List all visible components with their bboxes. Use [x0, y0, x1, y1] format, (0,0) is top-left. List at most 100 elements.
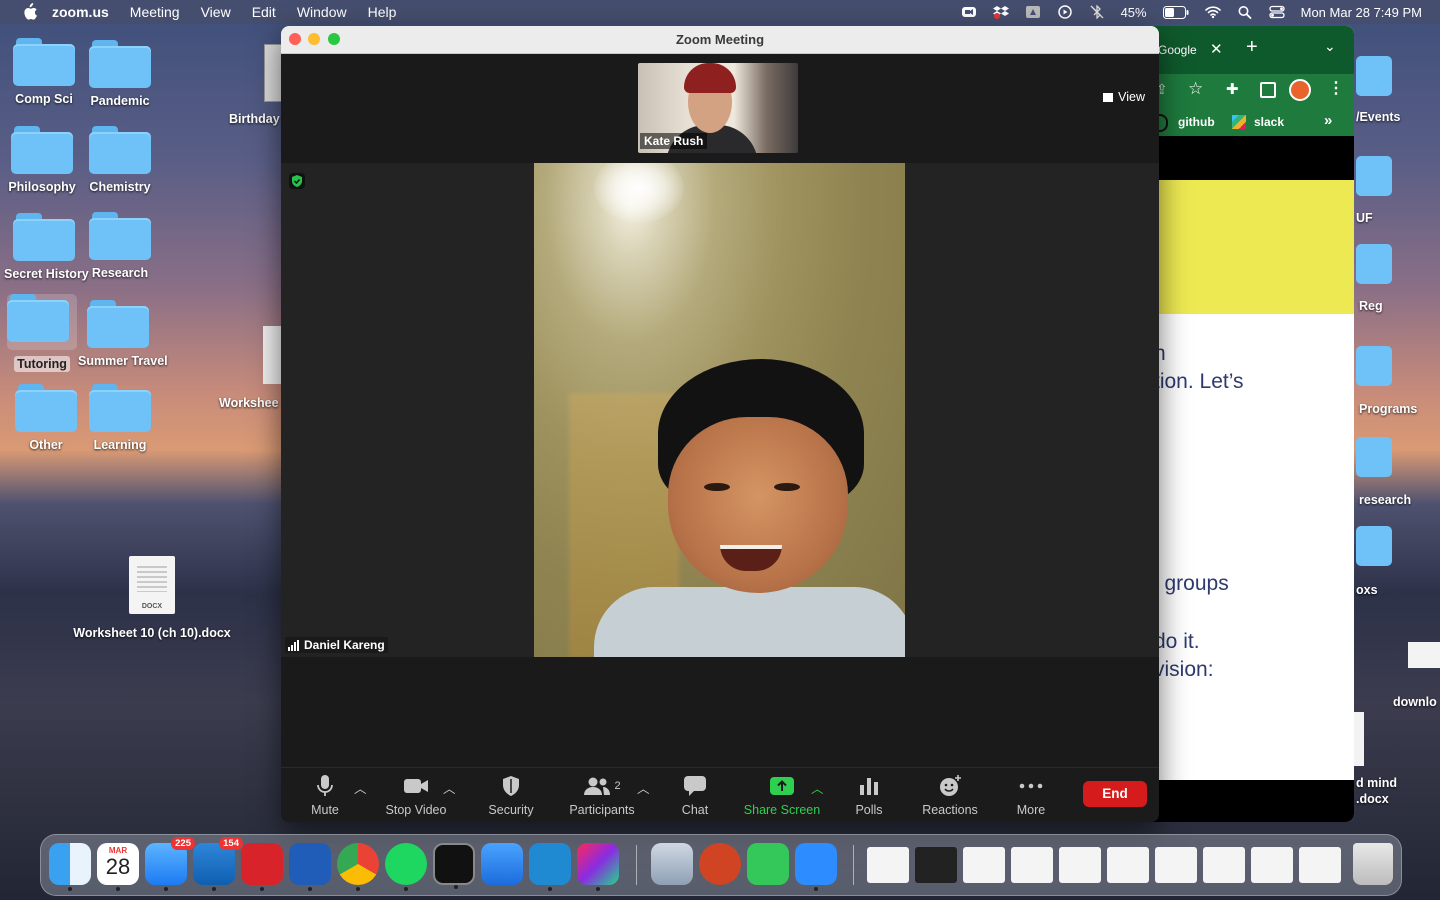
reactions-button[interactable]: Reactions — [919, 774, 981, 817]
tab-search-chevron-icon[interactable]: ⌄ — [1324, 38, 1336, 55]
profile-avatar[interactable] — [1289, 79, 1311, 101]
folder-right-6[interactable] — [1356, 526, 1392, 566]
wifi-icon[interactable] — [1204, 5, 1221, 19]
new-tab-icon[interactable]: + — [1246, 36, 1258, 59]
calendar-icon[interactable]: MAR 28 — [97, 843, 139, 891]
finder-icon[interactable] — [49, 843, 91, 891]
bluetooth-off-icon[interactable] — [1089, 5, 1105, 19]
zoom-meeting-window[interactable]: Zoom Meeting Kate Rush View Daniel Karen… — [281, 26, 1159, 822]
menu-help[interactable]: Help — [368, 4, 397, 20]
folder-chemistry[interactable]: Chemistry — [80, 126, 160, 194]
folder-tutoring[interactable]: Tutoring — [2, 294, 82, 373]
folder-research[interactable]: Research — [80, 212, 160, 280]
mind-doc-thumbnail[interactable] — [1354, 712, 1364, 766]
folder-right-1[interactable] — [1356, 56, 1392, 96]
zoom-app-icon[interactable] — [795, 843, 837, 891]
drive-icon[interactable] — [1025, 5, 1041, 19]
messages-icon[interactable] — [747, 843, 789, 885]
folder-right-2[interactable] — [1356, 156, 1392, 196]
preview-icon[interactable] — [651, 843, 693, 885]
folder-philosophy[interactable]: Philosophy — [2, 126, 82, 194]
microsoft-word-icon[interactable] — [289, 843, 331, 891]
participants-button[interactable]: 2 Participants — [567, 774, 637, 817]
more-bookmarks-icon[interactable]: » — [1324, 112, 1332, 129]
menu-app-name[interactable]: zoom.us — [52, 4, 109, 20]
spotlight-search-icon[interactable] — [1237, 5, 1253, 19]
menu-view[interactable]: View — [201, 4, 231, 20]
vscode-icon[interactable] — [529, 843, 571, 891]
mail-badge: 225 — [171, 837, 195, 850]
chrome-menu-icon[interactable]: ⋮ — [1328, 78, 1344, 98]
video-options-caret-icon[interactable]: ︿ — [443, 778, 456, 797]
status-area: 45% Mon Mar 28 7:49 PM — [961, 0, 1422, 24]
recent-doc-thumbnail[interactable] — [867, 847, 909, 883]
recent-doc-thumbnail[interactable] — [1203, 847, 1245, 883]
recent-doc-thumbnail[interactable] — [1155, 847, 1197, 883]
intellij-icon[interactable] — [577, 843, 619, 891]
control-center-icon[interactable] — [1268, 5, 1285, 19]
folder-label: UF — [1356, 211, 1373, 225]
chrome-icon[interactable] — [337, 843, 379, 891]
folder-icon — [89, 126, 151, 174]
menu-window[interactable]: Window — [297, 4, 347, 20]
download-file-thumbnail[interactable] — [1408, 642, 1440, 668]
participants-caret-icon[interactable]: ︿ — [637, 778, 650, 797]
polls-button[interactable]: Polls — [849, 774, 889, 817]
bookmark-github[interactable]: github — [1178, 115, 1215, 129]
mail-icon[interactable]: 225 — [145, 837, 195, 891]
folder-right-3[interactable] — [1356, 244, 1392, 284]
mute-button[interactable]: Mute — [307, 774, 343, 817]
folder-learning[interactable]: Learning — [80, 384, 160, 452]
folder-right-4[interactable] — [1356, 346, 1392, 386]
folder-comp-sci[interactable]: Comp Sci — [4, 38, 84, 106]
close-tab-icon[interactable]: ✕ — [1210, 40, 1223, 58]
side-panel-icon[interactable] — [1260, 82, 1276, 98]
recent-doc-thumbnail[interactable] — [1011, 847, 1053, 883]
spotify-icon[interactable] — [385, 843, 427, 891]
dropbox-icon[interactable] — [992, 5, 1009, 19]
audio-options-caret-icon[interactable]: ︿ — [354, 778, 367, 797]
polls-label: Polls — [855, 803, 883, 817]
photo-booth-icon[interactable] — [241, 843, 283, 891]
recent-doc-thumbnail[interactable] — [1299, 847, 1341, 883]
recent-doc-thumbnail[interactable] — [1251, 847, 1293, 883]
bookmark-slack[interactable]: slack — [1254, 115, 1284, 129]
menubar-clock[interactable]: Mon Mar 28 7:49 PM — [1301, 5, 1422, 20]
security-button[interactable]: Security — [485, 774, 537, 817]
outlook-icon[interactable]: 154 — [193, 837, 243, 891]
extensions-puzzle-icon[interactable]: ✚ — [1226, 80, 1239, 98]
chat-button[interactable]: Chat — [675, 774, 715, 817]
apple-menu-icon[interactable] — [20, 3, 38, 21]
recent-doc-thumbnail[interactable] — [1107, 847, 1149, 883]
bookmark-star-icon[interactable]: ☆ — [1188, 79, 1203, 99]
folder-right-5[interactable] — [1356, 437, 1392, 477]
encryption-shield-icon[interactable] — [289, 173, 305, 189]
stop-video-button[interactable]: Stop Video — [381, 774, 451, 817]
zoom-status-icon[interactable] — [961, 5, 977, 19]
powerpoint-icon[interactable] — [699, 843, 741, 885]
end-meeting-button[interactable]: End — [1083, 781, 1147, 807]
trash-icon[interactable] — [1353, 843, 1393, 885]
play-icon[interactable] — [1057, 5, 1073, 19]
folder-other[interactable]: Other — [6, 384, 86, 452]
battery-icon[interactable] — [1162, 5, 1189, 19]
recent-doc-thumbnail[interactable] — [1059, 847, 1101, 883]
terminal-icon[interactable] — [433, 843, 475, 889]
folder-secret-history[interactable]: Secret History — [4, 213, 89, 281]
more-button[interactable]: More — [1011, 774, 1051, 817]
speaker-name: Daniel Kareng — [304, 638, 385, 652]
recent-doc-thumbnail[interactable] — [915, 847, 957, 883]
worksheet-doc-thumbnail[interactable] — [263, 326, 283, 384]
participant-thumbnail[interactable]: Kate Rush — [638, 63, 798, 153]
active-speaker-video[interactable] — [534, 163, 905, 657]
desktop-file-worksheet-10[interactable]: DOCX Worksheet 10 (ch 10).docx — [72, 556, 232, 640]
folder-pandemic[interactable]: Pandemic — [80, 40, 160, 108]
menu-meeting[interactable]: Meeting — [130, 4, 180, 20]
share-options-caret-icon[interactable]: ︿ — [811, 778, 824, 797]
menu-edit[interactable]: Edit — [252, 4, 276, 20]
view-button[interactable]: View — [1103, 90, 1145, 104]
recent-doc-thumbnail[interactable] — [963, 847, 1005, 883]
folder-summer-travel[interactable]: Summer Travel — [78, 300, 168, 368]
chrome-window[interactable]: Google ✕ + ⌄ ⇪ ☆ ✚ ⋮ github slack » n ti… — [1150, 26, 1354, 822]
xcode-icon[interactable] — [481, 843, 523, 885]
